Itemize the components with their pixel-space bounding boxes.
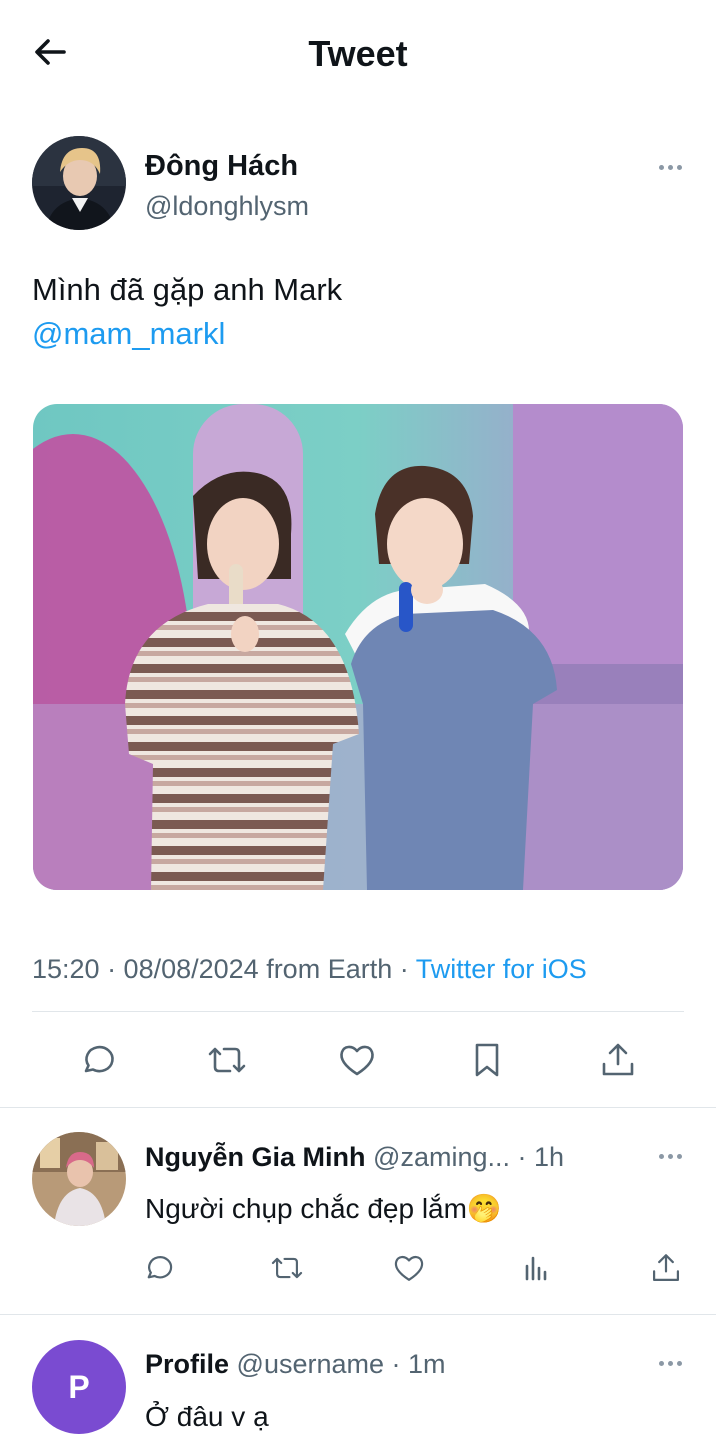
retweet-icon: [271, 1257, 303, 1279]
more-options-button[interactable]: [650, 157, 690, 177]
tweet-text-block: Mình đã gặp anh Mark @mam_markl: [32, 268, 342, 356]
reply-button[interactable]: [67, 1030, 127, 1090]
reply-time: · 1h: [509, 1142, 565, 1172]
author-avatar[interactable]: [32, 136, 126, 230]
page-title: Tweet: [308, 33, 408, 74]
reply-share-button[interactable]: [643, 1245, 689, 1291]
reply-author-name[interactable]: Nguyễn Gia Minh: [145, 1142, 366, 1172]
mention-link[interactable]: @mam_markl: [32, 312, 342, 356]
like-icon: [340, 1045, 374, 1076]
bookmark-icon: [475, 1043, 499, 1077]
share-icon: [602, 1043, 634, 1076]
bookmark-button[interactable]: [457, 1030, 517, 1090]
divider: [0, 1107, 716, 1108]
source-link[interactable]: Twitter for iOS: [416, 954, 587, 984]
avatar-image: [32, 136, 126, 230]
reply-icon: [147, 1256, 173, 1279]
reply-header: Profile @username · 1m: [145, 1346, 446, 1382]
photo-image: [33, 404, 683, 890]
reply-reply-button[interactable]: [135, 1245, 181, 1291]
reply-icon: [84, 1045, 114, 1073]
reply-like-button[interactable]: [386, 1245, 432, 1291]
more-icon: [658, 1153, 664, 1159]
reply-views-button[interactable]: [514, 1245, 560, 1291]
timestamp: 15:20 · 08/08/2024 from Earth ·: [32, 954, 416, 984]
author-name[interactable]: Đông Hách: [145, 148, 298, 184]
tweet-photo[interactable]: [33, 404, 683, 890]
more-options-button[interactable]: [650, 1353, 690, 1373]
views-icon: [525, 1256, 547, 1281]
like-icon: [394, 1255, 424, 1281]
profile-avatar[interactable]: P: [32, 1340, 126, 1434]
reply-author-handle[interactable]: @username: [237, 1349, 384, 1379]
reply-author-handle[interactable]: @zaming...: [373, 1142, 510, 1172]
tweet-text: Mình đã gặp anh Mark: [32, 272, 343, 307]
more-icon: [658, 164, 664, 170]
author-handle[interactable]: @ldonghlysm: [145, 189, 309, 223]
share-button[interactable]: [588, 1030, 648, 1090]
reply-retweet-button[interactable]: [264, 1245, 310, 1291]
retweet-button[interactable]: [197, 1030, 257, 1090]
tweet-meta: 15:20 · 08/08/2024 from Earth · Twitter …: [32, 950, 587, 988]
retweet-icon: [208, 1047, 246, 1073]
more-options-button[interactable]: [650, 1146, 690, 1166]
divider: [32, 1011, 684, 1012]
more-icon: [658, 1360, 664, 1366]
share-icon: [652, 1254, 680, 1282]
reply-avatar[interactable]: [32, 1132, 126, 1226]
reply-header: Nguyễn Gia Minh @zaming... · 1h: [145, 1139, 564, 1175]
reply-time: · 1m: [384, 1349, 446, 1379]
reply-text: Ở đâu v ạ: [145, 1401, 269, 1432]
reply-author-name[interactable]: Profile: [145, 1349, 229, 1379]
divider: [0, 1314, 716, 1315]
avatar-image: [32, 1132, 126, 1226]
like-button[interactable]: [327, 1030, 387, 1090]
reply-text: Người chụp chắc đẹp lắm🤭: [145, 1193, 502, 1224]
